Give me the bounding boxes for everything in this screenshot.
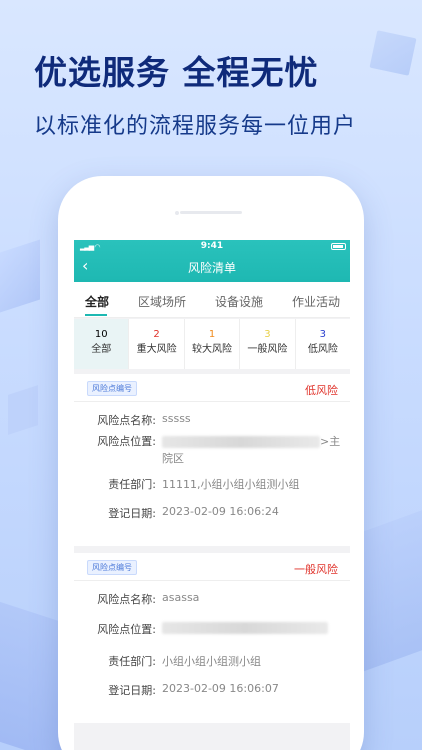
risk-code-tag: 风险点编号 (87, 381, 137, 396)
field-label: 登记日期: (108, 507, 156, 520)
app-screen: ▂▃▅ ◠ 9:41 ‹ 风险清单 全部 区域场所 设备设施 作业活动 10 全… (74, 240, 350, 750)
stat-count: 1 (208, 329, 216, 340)
stat-all[interactable]: 10 全部 (74, 319, 130, 369)
field-label: 风险点位置: (97, 435, 156, 448)
stat-count: 3 (264, 329, 271, 340)
field-value: asassa (162, 591, 200, 604)
stat-count: 3 (319, 329, 327, 340)
stat-large[interactable]: 1 较大风险 (185, 319, 241, 369)
stat-label: 重大风险 (136, 344, 177, 355)
page-title: 风险清单 (187, 261, 236, 275)
risk-level: 低风险 (305, 384, 338, 397)
field-label: 风险点名称: (97, 593, 156, 606)
status-time: 9:41 (200, 241, 224, 251)
field-label: 责任部门: (108, 478, 156, 491)
redacted-value (162, 622, 328, 634)
field-label: 责任部门: (108, 655, 156, 668)
field-value: 小组小组小组测小组 (162, 655, 261, 668)
phone-camera (175, 211, 179, 215)
risk-level: 一般风险 (294, 563, 338, 576)
risk-card[interactable]: 风险点编号 低风险 风险点名称: sssss 风险点位置: >主 院区 责任部门… (74, 374, 350, 546)
bg-cube-top-right (369, 30, 417, 76)
risk-card[interactable]: 风险点编号 一般风险 风险点名称: asassa 风险点位置: 责任部门: 小组… (74, 553, 350, 723)
card-header: 风险点编号 一般风险 (74, 553, 350, 581)
location-value (162, 621, 328, 634)
stat-low[interactable]: 3 低风险 (296, 319, 350, 369)
stat-count: 2 (153, 329, 160, 340)
stat-label: 低风险 (307, 344, 338, 355)
stat-label: 较大风险 (192, 344, 233, 355)
field-value: 2023-02-09 16:06:24 (162, 505, 279, 518)
tab-activity[interactable]: 作业活动 (292, 293, 340, 310)
stat-label: 全部 (91, 344, 112, 355)
stat-label: 一般风险 (247, 344, 288, 355)
stat-general[interactable]: 3 一般风险 (240, 319, 296, 369)
bg-cube-left-small (8, 385, 38, 435)
phone-speaker (180, 211, 242, 214)
nav-bar: ▂▃▅ ◠ 9:41 ‹ 风险清单 (74, 240, 350, 282)
risk-code-tag: 风险点编号 (87, 560, 137, 575)
field-label: 风险点名称: (97, 414, 156, 427)
location-suffix: >主 (320, 435, 341, 448)
filter-tabs: 全部 区域场所 设备设施 作业活动 (74, 282, 350, 318)
card-header: 风险点编号 低风险 (74, 374, 350, 402)
risk-stats: 10 全部 2 重大风险 1 较大风险 3 一般风险 3 低风险 (74, 319, 350, 369)
field-value: sssss (162, 412, 191, 425)
field-label: 风险点位置: (97, 623, 156, 636)
location-value: >主 (162, 433, 340, 449)
location-line2: 院区 (162, 452, 184, 465)
field-label: 登记日期: (108, 684, 156, 697)
field-value: 2023-02-09 16:06:07 (162, 682, 279, 695)
stat-count: 10 (94, 329, 108, 340)
field-value: 11111,小组小组小组测小组 (162, 478, 300, 491)
battery-icon (331, 243, 346, 250)
bg-cube-left (0, 239, 40, 313)
tab-active-indicator (85, 314, 107, 316)
stat-major[interactable]: 2 重大风险 (129, 319, 185, 369)
tab-area[interactable]: 区域场所 (138, 293, 186, 310)
redacted-value (162, 436, 320, 448)
bg-cube-bottom-right (355, 505, 422, 675)
tab-equipment[interactable]: 设备设施 (215, 293, 263, 310)
status-bar: ▂▃▅ ◠ 9:41 (74, 241, 350, 254)
hero-subtitle: 以标准化的流程服务每一位用户 (34, 114, 357, 139)
tab-all[interactable]: 全部 (85, 293, 109, 310)
hero-title: 优选服务 全程无忧 (34, 53, 319, 92)
